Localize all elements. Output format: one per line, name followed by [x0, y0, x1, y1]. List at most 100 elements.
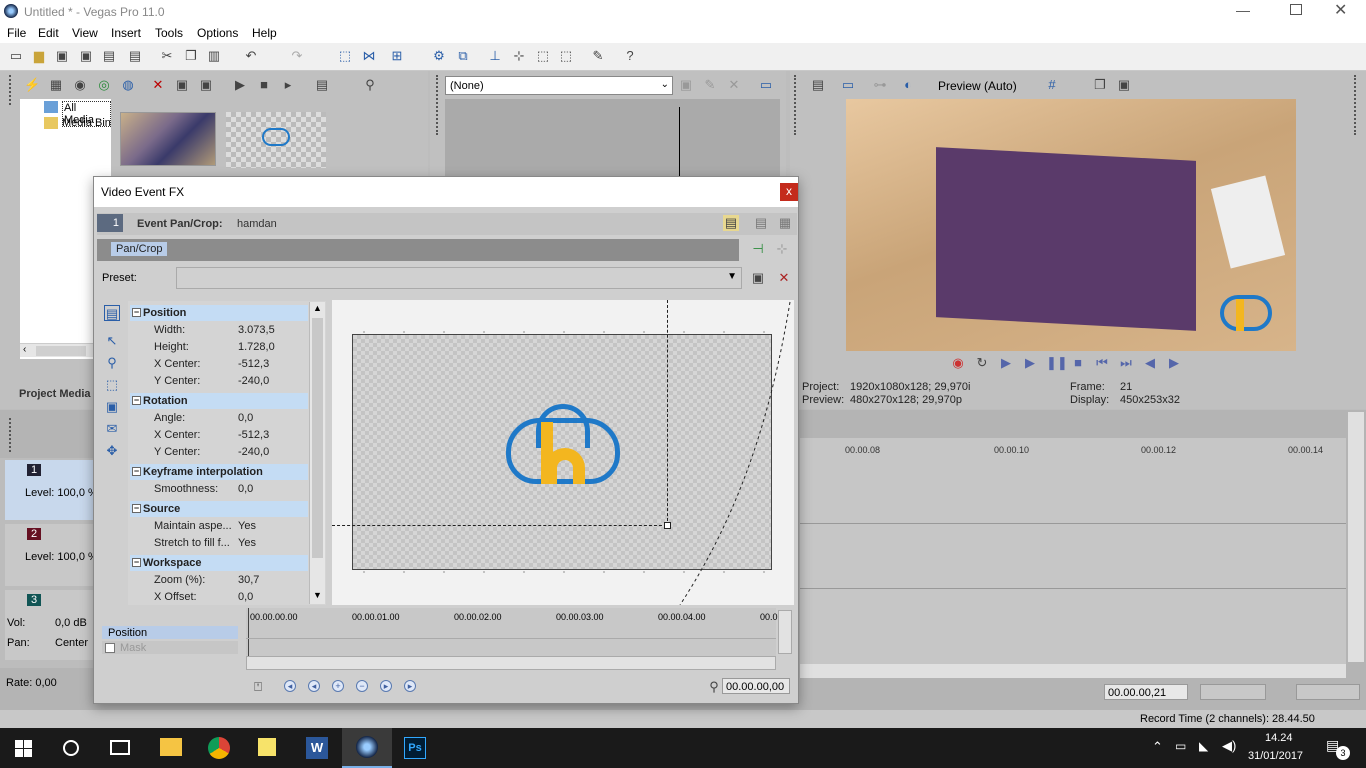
section-rotation[interactable]: − Rotation: [130, 393, 308, 409]
prop-rot-x-center[interactable]: X Center: -512,3: [130, 427, 308, 444]
menu-tools[interactable]: Tools: [155, 26, 183, 40]
media-thumbnail-motherboard[interactable]: [120, 112, 216, 166]
prop-y-center[interactable]: Y Center: -240,0: [130, 373, 308, 390]
track-3-header[interactable]: 3 Vol: 0,0 dB Pan: Center: [5, 590, 93, 660]
prev-keyframe-icon[interactable]: ◂: [308, 680, 320, 692]
kf-track-mask[interactable]: Mask: [102, 641, 238, 654]
layout-grid-icon[interactable]: ▦: [777, 215, 793, 231]
undo-icon[interactable]: ↶: [243, 48, 259, 64]
section-position[interactable]: − Position: [130, 305, 308, 321]
play-from-start-icon[interactable]: ▶: [998, 355, 1014, 371]
mask-checkbox[interactable]: [105, 643, 115, 653]
selection-start-field[interactable]: [1200, 684, 1266, 700]
pause-icon[interactable]: ❚❚: [1046, 355, 1068, 371]
normal-edit-icon[interactable]: ↖: [104, 333, 120, 349]
trim-monitor-icon[interactable]: ▭: [758, 77, 774, 93]
last-keyframe-icon[interactable]: ▸: [404, 680, 416, 692]
save-preset-icon[interactable]: ▣: [750, 270, 766, 286]
trimmer-source-select[interactable]: (None) ⌄: [445, 76, 673, 95]
properties-scrollbar[interactable]: ▲ ▼: [309, 302, 325, 604]
menu-options[interactable]: Options: [197, 26, 238, 40]
go-to-start-icon[interactable]: ⏮: [1094, 355, 1110, 371]
timeline-hscroll[interactable]: [800, 664, 1346, 678]
help-icon[interactable]: ?: [622, 48, 638, 64]
preview-properties-icon[interactable]: ▤: [810, 77, 826, 93]
play-icon[interactable]: ▶: [232, 77, 248, 93]
start-button[interactable]: [15, 740, 32, 757]
media-gen-icon[interactable]: ▣: [198, 77, 214, 93]
web-icon[interactable]: ◍: [120, 77, 136, 93]
menu-help[interactable]: Help: [252, 26, 277, 40]
prop-rot-y-center-value[interactable]: -240,0: [238, 446, 269, 458]
capture-icon[interactable]: ▦: [48, 77, 64, 93]
prop-width[interactable]: Width: 3.073,5: [130, 322, 308, 339]
next-keyframe-icon[interactable]: ▸: [380, 680, 392, 692]
properties-icon[interactable]: ▤: [101, 48, 117, 64]
plugin-chain-button[interactable]: Pan/Crop: [111, 242, 168, 256]
redo-icon[interactable]: ↷: [289, 48, 305, 64]
prop-maintain-aspect[interactable]: Maintain aspe... Yes: [130, 518, 308, 535]
track-1-header[interactable]: 1 Level: 100,0 %: [5, 460, 98, 520]
open-icon[interactable]: ▆: [31, 48, 47, 64]
next-frame-icon[interactable]: ▶: [1166, 355, 1182, 371]
save-icon[interactable]: ▣: [54, 48, 70, 64]
trim-mark-icon[interactable]: ▣: [678, 77, 694, 93]
new-icon[interactable]: ▭: [8, 48, 24, 64]
prop-angle[interactable]: Angle: 0,0: [130, 410, 308, 427]
dialog-close-button[interactable]: x: [780, 183, 798, 201]
preview-quality-select[interactable]: Preview (Auto): [938, 79, 1017, 93]
views-icon[interactable]: ▤: [314, 77, 330, 93]
search-circle-icon[interactable]: [63, 740, 79, 756]
prop-x-center[interactable]: X Center: -512,3: [130, 356, 308, 373]
plugin-chain-icon[interactable]: ⊣: [750, 241, 766, 257]
prop-width-value[interactable]: 3.073,5: [238, 324, 275, 336]
auto-crossfade-icon[interactable]: ⊹: [511, 48, 527, 64]
prop-zoom[interactable]: Zoom (%): 30,7: [130, 572, 308, 589]
overlays-icon[interactable]: ◐: [900, 77, 916, 93]
prev-frame-icon[interactable]: ◀: [1142, 355, 1158, 371]
delete-preset-icon[interactable]: ✕: [776, 270, 792, 286]
menu-edit[interactable]: Edit: [38, 26, 59, 40]
layout-stacked-icon[interactable]: ▤: [723, 215, 739, 231]
timeline-vscroll[interactable]: [1348, 412, 1364, 662]
section-source[interactable]: − Source: [130, 501, 308, 517]
selection-tool-icon[interactable]: ⊞: [389, 48, 405, 64]
properties-toggle-icon[interactable]: ▤: [104, 305, 120, 321]
get-media-icon[interactable]: ◉: [72, 77, 88, 93]
envelope-tool-icon[interactable]: ⋈: [361, 48, 377, 64]
move-freely-icon[interactable]: ✉: [104, 421, 120, 437]
cut-icon[interactable]: ✂: [159, 48, 175, 64]
lock-aspect-icon[interactable]: ⬚: [104, 377, 120, 393]
prop-rot-x-center-value[interactable]: -512,3: [238, 429, 269, 441]
play-icon[interactable]: ▶: [1022, 355, 1038, 371]
prop-stretch-fill[interactable]: Stretch to fill f... Yes: [130, 535, 308, 552]
kf-cursor[interactable]: [248, 608, 249, 656]
snapping-icon[interactable]: ⊥: [487, 48, 503, 64]
save-as-icon[interactable]: ▣: [78, 48, 94, 64]
prop-zoom-value[interactable]: 30,7: [238, 574, 259, 586]
auto-ripple-icon[interactable]: ⚙: [431, 48, 447, 64]
network-icon[interactable]: ◣: [1199, 739, 1208, 753]
refresh-icon[interactable]: ◎: [96, 77, 112, 93]
collapse-icon[interactable]: −: [132, 396, 141, 405]
menu-file[interactable]: File: [7, 26, 26, 40]
save-snapshot-icon[interactable]: ▣: [1116, 77, 1132, 93]
zoom-in-icon[interactable]: ⬚: [558, 48, 574, 64]
track-2-header[interactable]: 2 Level: 100,0 %: [5, 524, 98, 586]
menu-insert[interactable]: Insert: [111, 26, 141, 40]
split-screen-icon[interactable]: ⊶: [872, 77, 888, 93]
delete-keyframe-icon[interactable]: −: [356, 680, 368, 692]
prop-y-center-value[interactable]: -240,0: [238, 375, 269, 387]
prop-height-value[interactable]: 1.728,0: [238, 341, 275, 353]
record-icon[interactable]: ◉: [950, 355, 966, 371]
lock-envelopes-icon[interactable]: ⧉: [455, 48, 471, 64]
stop-icon[interactable]: ■: [1070, 355, 1086, 371]
zoom-edit-icon[interactable]: ⚲: [104, 355, 120, 371]
scroll-thumb[interactable]: [312, 318, 323, 558]
media-thumbnail-logo[interactable]: [226, 112, 326, 168]
render-icon[interactable]: ▤: [127, 48, 143, 64]
vegas-taskbar-icon[interactable]: [342, 728, 392, 768]
prop-angle-value[interactable]: 0,0: [238, 412, 253, 424]
search-icon[interactable]: ⚲: [362, 77, 378, 93]
prop-stretch-fill-value[interactable]: Yes: [238, 537, 256, 549]
